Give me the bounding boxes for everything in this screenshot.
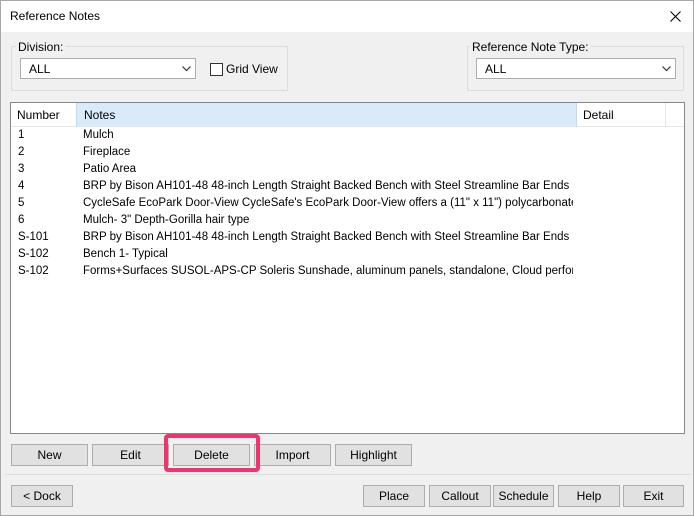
note-text: Mulch	[83, 129, 114, 141]
reference-notes-window: Reference Notes Division: ALL Grid View …	[0, 0, 694, 516]
grid-view-checkbox-box[interactable]	[210, 62, 223, 76]
chevron-down-icon	[657, 59, 675, 78]
note-text: BRP by Bison AH101-48 48-inch Length Str…	[83, 231, 573, 243]
note-text: CycleSafe EcoPark Door-View CycleSafe's …	[83, 197, 573, 209]
list-item[interactable]: 3 Patio Area	[11, 162, 684, 179]
schedule-button[interactable]: Schedule	[493, 485, 554, 507]
chevron-down-icon	[177, 59, 195, 78]
reference-type-select[interactable]: ALL	[476, 58, 676, 79]
list-header: Number Notes Detail	[11, 103, 684, 127]
division-select-value: ALL	[29, 61, 51, 76]
note-text: Forms+Surfaces SUSOL-APS-CP Soleris Suns…	[83, 265, 573, 277]
note-text: Bench 1- Typical	[83, 248, 168, 260]
note-text: Mulch- 3" Depth-Gorilla hair type	[83, 214, 250, 226]
place-button[interactable]: Place	[363, 485, 425, 507]
note-number: S-101	[18, 231, 49, 243]
list-item[interactable]: 2 Fireplace	[11, 145, 684, 162]
reference-type-label: Reference Note Type:	[470, 40, 591, 54]
highlight-button[interactable]: Highlight	[335, 444, 412, 466]
reference-type-select-value: ALL	[485, 61, 507, 76]
note-number: 3	[18, 163, 25, 175]
list-item[interactable]: S-102 Forms+Surfaces SUSOL-APS-CP Soleri…	[11, 264, 684, 281]
callout-button[interactable]: Callout	[429, 485, 491, 507]
note-text: Patio Area	[83, 163, 137, 175]
list-item[interactable]: 6 Mulch- 3" Depth-Gorilla hair type	[11, 213, 684, 230]
note-number: 1	[18, 129, 25, 141]
list-item[interactable]: 5 CycleSafe EcoPark Door-View CycleSafe'…	[11, 196, 684, 213]
footer-divider	[5, 474, 691, 475]
note-number: 6	[18, 214, 25, 226]
exit-button[interactable]: Exit	[623, 485, 684, 507]
note-number: 5	[18, 197, 25, 209]
grid-view-label: Grid View	[226, 62, 278, 76]
reference-notes-list[interactable]: Number Notes Detail 1 Mulch 2 Fireplace …	[10, 102, 685, 434]
close-icon	[669, 11, 681, 22]
title-bar: Reference Notes	[1, 1, 693, 32]
note-number: 4	[18, 180, 25, 192]
new-button[interactable]: New	[11, 444, 88, 466]
grid-view-checkbox[interactable]: Grid View	[210, 62, 278, 76]
delete-highlight-box	[164, 434, 260, 472]
column-header-number[interactable]: Number	[11, 103, 76, 127]
column-header-detail[interactable]: Detail	[577, 103, 666, 127]
note-number: S-102	[18, 265, 49, 277]
division-label: Division:	[16, 40, 66, 54]
dock-button[interactable]: < Dock	[11, 485, 73, 507]
close-button[interactable]	[657, 1, 693, 32]
note-text: BRP by Bison AH101-48 48-inch Length Str…	[83, 180, 573, 192]
note-number: S-102	[18, 248, 49, 260]
help-button[interactable]: Help	[558, 485, 620, 507]
list-item[interactable]: S-102 Bench 1- Typical	[11, 247, 684, 264]
note-number: 2	[18, 146, 25, 158]
edit-button[interactable]: Edit	[92, 444, 169, 466]
column-header-notes[interactable]: Notes	[76, 103, 577, 127]
import-button[interactable]: Import	[254, 444, 331, 466]
window-title: Reference Notes	[10, 9, 101, 23]
list-item[interactable]: 4 BRP by Bison AH101-48 48-inch Length S…	[11, 179, 684, 196]
note-text: Fireplace	[83, 146, 131, 158]
division-select[interactable]: ALL	[20, 58, 196, 79]
list-item[interactable]: S-101 BRP by Bison AH101-48 48-inch Leng…	[11, 230, 684, 247]
list-rows: 1 Mulch 2 Fireplace 3 Patio Area 4 BRP b…	[11, 128, 684, 281]
list-item[interactable]: 1 Mulch	[11, 128, 684, 145]
